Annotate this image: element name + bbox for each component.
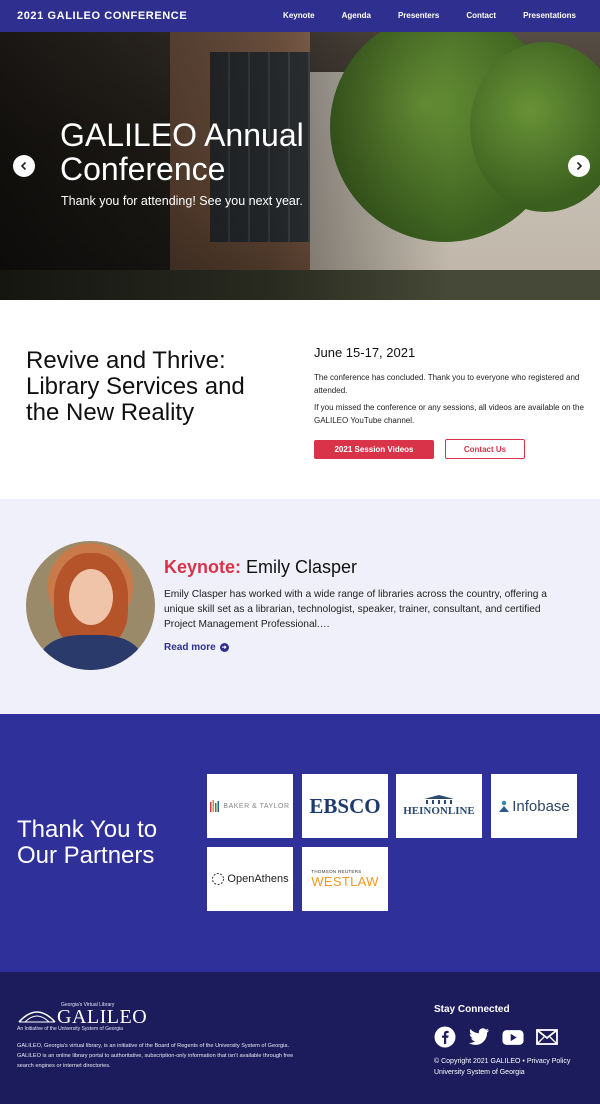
carousel-prev-button[interactable] <box>13 155 35 177</box>
hero-carousel: GALILEO Annual Conference Thank you for … <box>0 32 600 300</box>
intro-paragraph: If you missed the conference or any sess… <box>314 403 584 425</box>
nav-link-presenters[interactable]: Presenters <box>398 11 439 20</box>
galileo-subline: An Initiative of the University System o… <box>17 1026 123 1032</box>
footer-blurb: GALILEO, Georgia's virtual library, is a… <box>17 1043 294 1069</box>
partners-heading: Thank You to Our Partners <box>17 816 158 869</box>
social-icons <box>434 1026 558 1048</box>
globe-icon <box>18 1011 56 1023</box>
nav-link-contact[interactable]: Contact <box>466 11 496 20</box>
partner-logo-openathens[interactable]: OpenAthens <box>207 847 293 911</box>
contact-us-button[interactable]: Contact Us <box>445 439 525 459</box>
usg-link[interactable]: University System of Georgia <box>434 1067 570 1078</box>
intro-section: Revive and Thrive: Library Services and … <box>0 300 600 499</box>
email-icon[interactable] <box>536 1026 558 1048</box>
facebook-icon[interactable] <box>434 1026 456 1048</box>
baker-taylor-mark-icon <box>210 800 220 812</box>
intro-paragraph: The conference has concluded. Thank you … <box>314 373 580 395</box>
chevron-left-icon <box>20 161 27 171</box>
top-nav: 2021 GALILEO CONFERENCE Keynote Agenda P… <box>0 0 600 32</box>
hero-title: GALILEO Annual Conference <box>60 117 304 187</box>
nav-link-agenda[interactable]: Agenda <box>342 11 371 20</box>
carousel-next-button[interactable] <box>568 155 590 177</box>
nav-link-keynote[interactable]: Keynote <box>283 11 315 20</box>
nav-links: Keynote Agenda Presenters Contact Presen… <box>256 11 576 20</box>
conference-date: June 15-17, 2021 <box>314 345 416 360</box>
site-brand[interactable]: 2021 GALILEO CONFERENCE <box>17 10 187 22</box>
partner-logo-westlaw[interactable]: THOMSON REUTERS WESTLAW <box>302 847 388 911</box>
keynote-description: Emily Clasper has worked with a wide ran… <box>164 589 547 630</box>
arrow-circle-right-icon: ➜ <box>219 643 229 652</box>
keynote-label: Keynote: <box>164 557 242 577</box>
keynote-heading: Keynote: Emily Clasper <box>164 557 357 578</box>
conference-theme-heading: Revive and Thrive: Library Services and … <box>26 347 245 426</box>
session-videos-button[interactable]: 2021 Session Videos <box>314 440 434 459</box>
partner-logo-infobase[interactable]: Infobase <box>491 774 577 838</box>
chevron-right-icon <box>576 161 583 171</box>
heinonline-building-icon <box>424 795 454 804</box>
partners-section: Thank You to Our Partners BAKER & TAYLOR… <box>0 714 600 972</box>
stay-connected-heading: Stay Connected <box>434 1004 510 1015</box>
partner-logo-baker-taylor[interactable]: BAKER & TAYLOR <box>207 774 293 838</box>
site-footer: Georgia's Virtual Library GALILEO An Ini… <box>0 972 600 1104</box>
infobase-mark-icon <box>499 800 510 812</box>
keynote-speaker-photo <box>26 541 155 670</box>
partner-logo-ebsco[interactable]: EBSCO <box>302 774 388 838</box>
copyright-text[interactable]: © Copyright 2021 GALILEO • Privacy Polic… <box>434 1056 570 1067</box>
twitter-icon[interactable] <box>468 1026 490 1048</box>
youtube-icon[interactable] <box>502 1026 524 1048</box>
partner-logo-heinonline[interactable]: HEINONLINE <box>396 774 482 838</box>
footer-copyright: © Copyright 2021 GALILEO • Privacy Polic… <box>434 1056 570 1078</box>
nav-link-presentations[interactable]: Presentations <box>523 11 576 20</box>
hero-subtitle: Thank you for attending! See you next ye… <box>61 194 303 208</box>
read-more-label: Read more <box>164 642 216 653</box>
keynote-speaker-name: Emily Clasper <box>246 557 358 577</box>
read-more-link[interactable]: Read more ➜ <box>164 642 229 653</box>
keynote-section: Keynote: Emily Clasper Emily Clasper has… <box>0 499 600 714</box>
openathens-mark-icon <box>212 873 225 885</box>
